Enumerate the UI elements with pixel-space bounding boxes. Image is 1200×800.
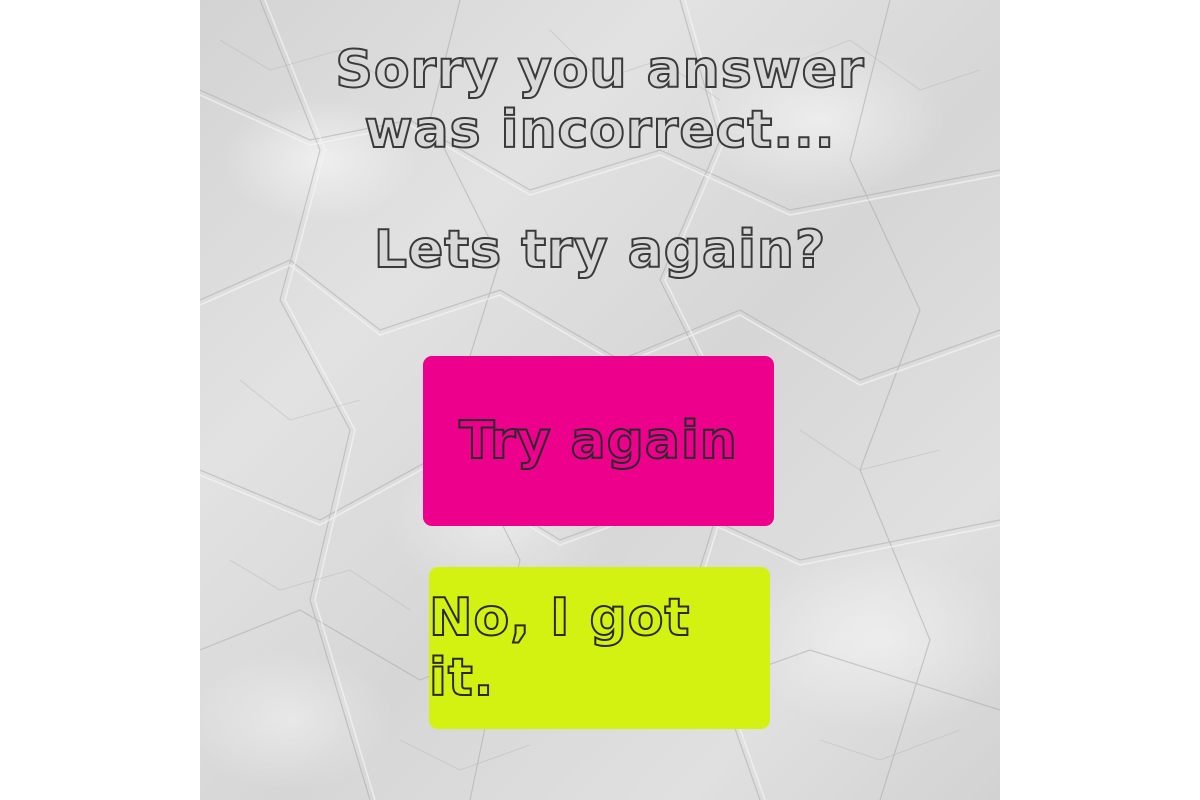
got-it-button-label: No, I got it.: [428, 587, 691, 709]
got-it-button[interactable]: No, I got it.: [428, 567, 770, 729]
incorrect-message-line-2: was incorrect...: [363, 99, 836, 161]
try-again-button-label: Try again: [458, 410, 738, 472]
try-again-button[interactable]: Try again: [423, 356, 774, 526]
crumpled-paper-background: Sorry you answer was incorrect... Lets t…: [200, 0, 1000, 800]
try-again-prompt: Lets try again?: [373, 219, 827, 281]
page: Sorry you answer was incorrect... Lets t…: [0, 0, 1200, 800]
incorrect-message: Sorry you answer was incorrect...: [200, 39, 1000, 161]
incorrect-message-line-1: Sorry you answer: [334, 39, 865, 101]
